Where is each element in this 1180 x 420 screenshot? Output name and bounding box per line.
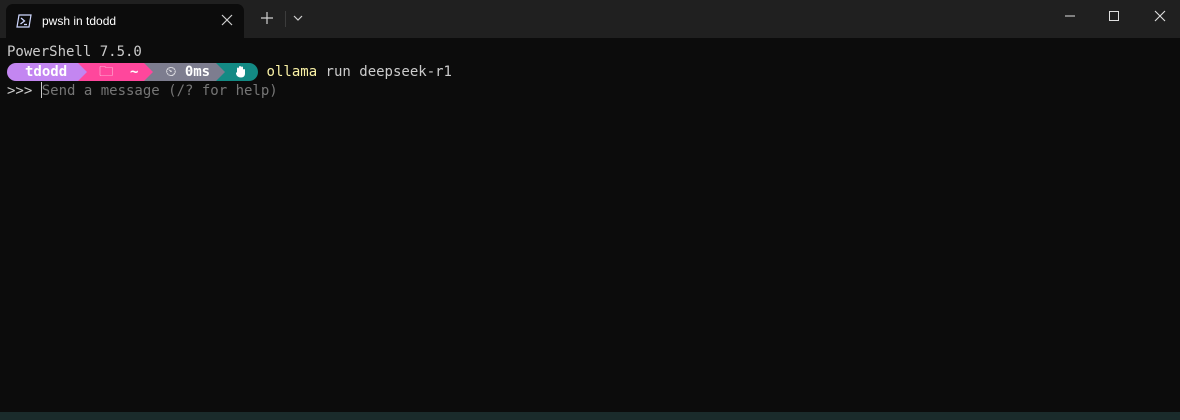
segment-arrow [78,63,88,81]
segment-arrow [216,63,226,81]
command-name: ollama [266,64,318,80]
hand-icon [236,66,246,78]
command-args: run deepseek-r1 [317,64,452,80]
chevron-down-icon[interactable] [292,13,304,23]
input-line[interactable]: >>> Send a message (/? for help) [7,82,278,101]
terminal-window: pwsh in tdodd PowerShell 7.5.0 tdodd 🗀 ~ ⏲… [0,0,1180,420]
prompt-time-segment: ⏲ 0ms [153,63,217,81]
prompt-path: ~ [130,64,139,80]
prompt-user: tdodd [7,63,79,81]
powershell-icon [16,14,32,28]
title-bar[interactable]: pwsh in tdodd [0,0,1180,38]
terminal-output[interactable]: PowerShell 7.5.0 tdodd 🗀 ~ ⏲ 0ms ollama ru… [0,38,1180,412]
close-tab-icon[interactable] [220,13,234,27]
tab-separator [285,11,286,27]
close-icon[interactable] [1152,8,1168,24]
bottom-edge [0,412,1180,420]
prompt-time: 0ms [184,64,211,80]
prompt-line: tdodd 🗀 ~ ⏲ 0ms ollama run deepseek-r1 [7,63,452,82]
stopwatch-icon: ⏲ [165,64,177,80]
segment-arrow [144,63,154,81]
tab-title: pwsh in tdodd [42,14,117,28]
folder-icon: 🗀 [99,64,114,80]
prompt-end-segment [225,63,259,81]
new-tab-icon[interactable] [260,11,274,25]
tab-pwsh[interactable]: pwsh in tdodd [6,4,244,38]
input-placeholder[interactable]: Send a message (/? for help) [42,83,278,99]
maximize-icon[interactable] [1106,8,1122,24]
powershell-banner: PowerShell 7.5.0 [7,44,142,60]
minimize-icon[interactable] [1062,8,1078,24]
input-prompt: >>> [7,83,41,99]
prompt-path-segment: 🗀 ~ [87,63,145,81]
